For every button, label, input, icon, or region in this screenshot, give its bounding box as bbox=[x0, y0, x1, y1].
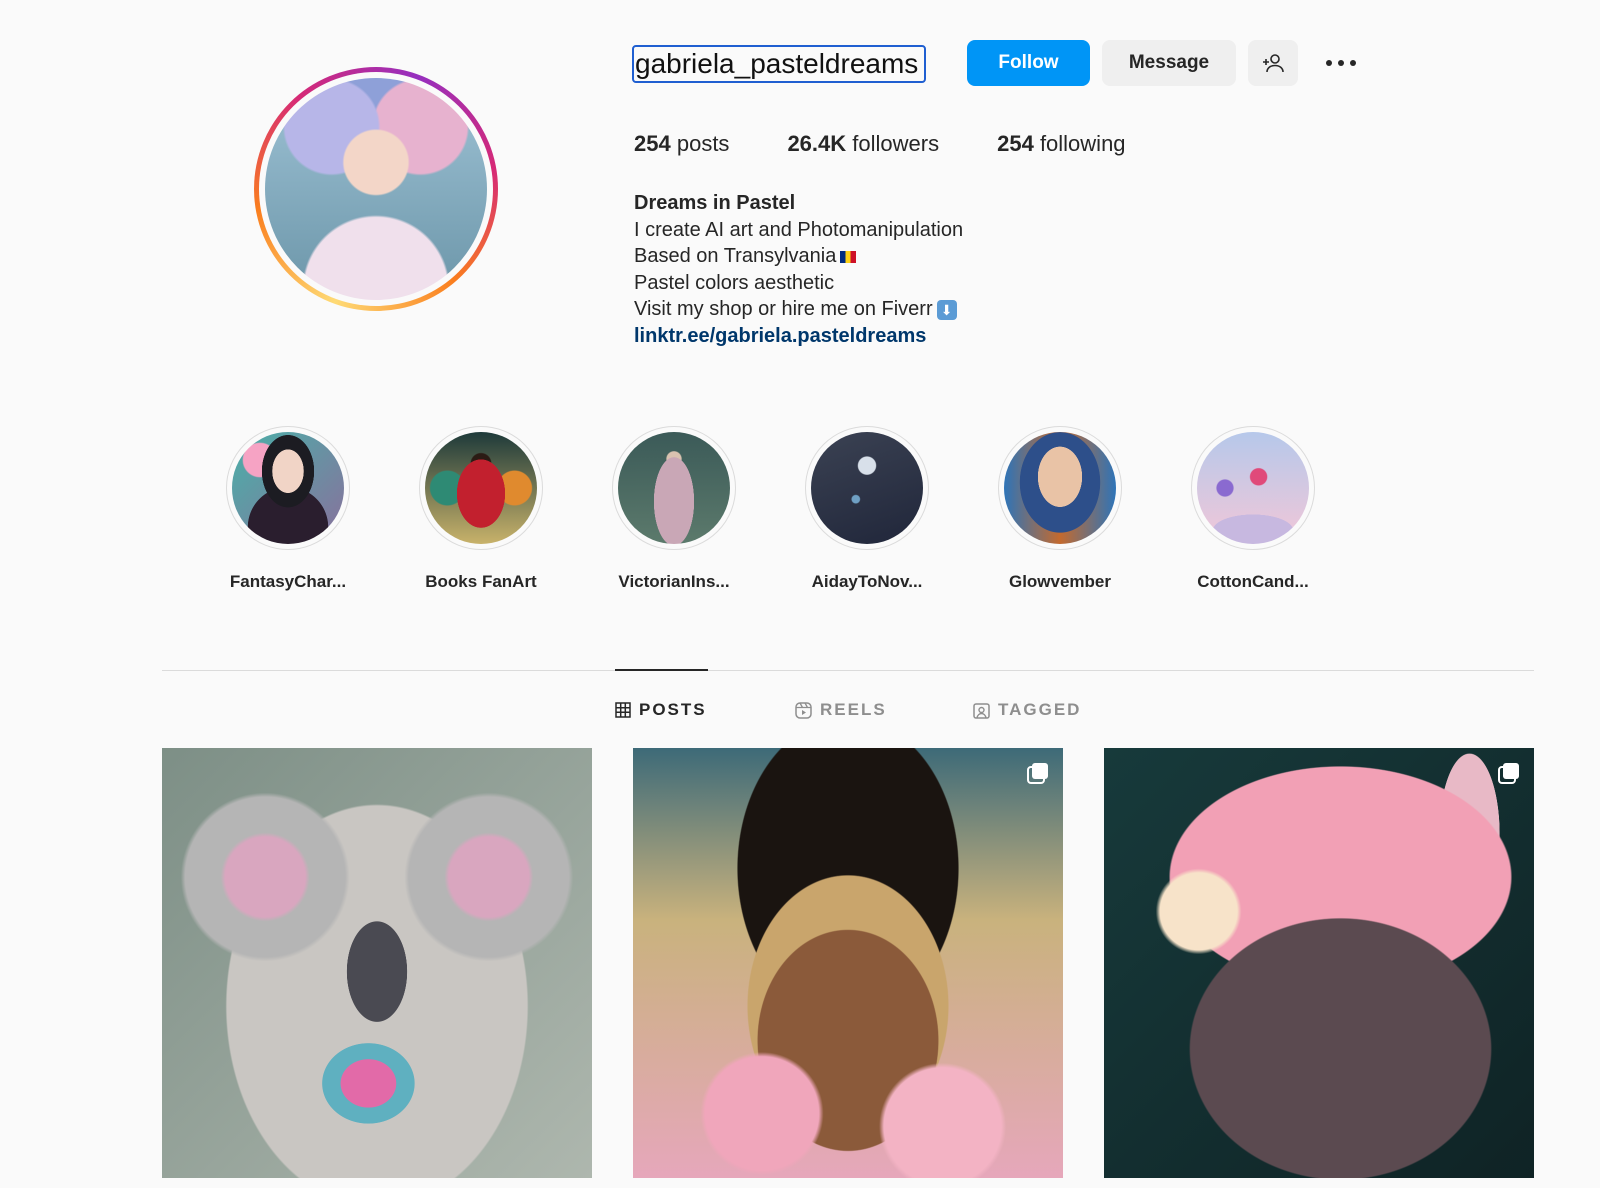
following-label: following bbox=[1039, 131, 1126, 156]
highlight-item[interactable]: FantasyChar... bbox=[218, 426, 358, 592]
following-count: 254 bbox=[997, 131, 1034, 156]
following-stat[interactable]: 254 following bbox=[997, 131, 1125, 157]
highlight-label: Books FanArt bbox=[425, 572, 537, 591]
grid-icon bbox=[615, 702, 631, 718]
profile-avatar[interactable] bbox=[265, 78, 487, 300]
avatar-gap bbox=[259, 72, 493, 306]
tab-reels[interactable]: REELS bbox=[795, 700, 887, 720]
highlight-item[interactable]: VictorianIns... bbox=[604, 426, 744, 592]
tab-label: REELS bbox=[820, 700, 887, 719]
bio-line: Based on Transylvania bbox=[634, 245, 837, 267]
highlight-ring bbox=[419, 426, 543, 550]
highlight-label: AidayToNov... bbox=[811, 572, 923, 591]
highlight-thumbnail bbox=[232, 432, 344, 544]
followers-label: followers bbox=[852, 131, 940, 156]
tab-label: POSTS bbox=[639, 700, 707, 719]
carousel-icon bbox=[1498, 763, 1519, 784]
highlight-label: FantasyChar... bbox=[229, 572, 347, 591]
down-arrow-icon: ⬇ bbox=[936, 299, 957, 320]
highlight-thumbnail bbox=[1004, 432, 1116, 544]
message-button[interactable]: Message bbox=[1102, 40, 1236, 86]
highlight-thumbnail bbox=[425, 432, 537, 544]
highlight-label: VictorianIns... bbox=[618, 572, 730, 591]
post-thumbnail[interactable] bbox=[633, 748, 1063, 1178]
highlight-ring bbox=[1191, 426, 1315, 550]
romania-flag-icon bbox=[840, 250, 857, 263]
reels-icon bbox=[795, 701, 812, 719]
tab-tagged[interactable]: TAGGED bbox=[973, 700, 1081, 720]
posts-count: 254 bbox=[634, 131, 671, 156]
more-options-icon bbox=[1326, 60, 1356, 66]
bio-link[interactable]: linktr.ee/gabriela.pasteldreams bbox=[634, 323, 963, 350]
bio-line-shop: Visit my shop or hire me on Fiverr ⬇ bbox=[634, 296, 963, 323]
highlight-thumbnail bbox=[811, 432, 923, 544]
tabs-divider bbox=[162, 670, 1534, 671]
profile-bio: Dreams in Pastel I create AI art and Pho… bbox=[634, 190, 963, 349]
highlight-item[interactable]: AidayToNov... bbox=[797, 426, 937, 592]
post-thumbnail[interactable] bbox=[1104, 748, 1534, 1178]
highlight-item[interactable]: CottonCand... bbox=[1183, 426, 1323, 592]
highlight-ring bbox=[226, 426, 350, 550]
bio-line: Visit my shop or hire me on Fiverr bbox=[634, 298, 933, 320]
bio-line: Pastel colors aesthetic bbox=[634, 271, 835, 294]
posts-label: posts bbox=[676, 131, 730, 156]
tab-label: TAGGED bbox=[998, 700, 1082, 719]
bio-name: Dreams in Pastel bbox=[634, 192, 796, 214]
active-tab-indicator bbox=[615, 669, 708, 671]
story-highlights: FantasyChar... Books FanArt VictorianIns… bbox=[210, 426, 1340, 596]
highlight-item[interactable]: Books FanArt bbox=[411, 426, 551, 592]
suggest-user-button[interactable] bbox=[1248, 40, 1298, 86]
highlight-ring bbox=[998, 426, 1122, 550]
posts-stat: 254 posts bbox=[634, 131, 729, 157]
followers-count: 26.4K bbox=[787, 131, 847, 156]
highlight-thumbnail bbox=[1197, 432, 1309, 544]
highlight-label: Glowvember bbox=[1008, 572, 1112, 591]
post-thumbnail[interactable] bbox=[162, 748, 592, 1178]
profile-avatar-ring[interactable] bbox=[254, 67, 498, 311]
bio-line-location: Based on Transylvania bbox=[634, 243, 963, 270]
carousel-icon bbox=[1027, 763, 1048, 784]
profile-stats: 254 posts 26.4K followers 254 following bbox=[634, 131, 1126, 157]
more-options-button[interactable] bbox=[1320, 44, 1362, 82]
highlight-label: CottonCand... bbox=[1197, 572, 1309, 591]
highlight-item[interactable]: Glowvember bbox=[990, 426, 1130, 592]
highlight-thumbnail bbox=[618, 432, 730, 544]
follow-button[interactable]: Follow bbox=[967, 40, 1090, 86]
followers-stat[interactable]: 26.4K followers bbox=[787, 131, 939, 157]
highlight-ring bbox=[805, 426, 929, 550]
tab-posts[interactable]: POSTS bbox=[615, 700, 707, 720]
bio-line: I create AI art and Photomanipulation bbox=[634, 218, 964, 241]
tagged-icon bbox=[973, 702, 990, 719]
username: gabriela_pasteldreams bbox=[632, 45, 926, 83]
highlight-ring bbox=[612, 426, 736, 550]
add-user-icon bbox=[1263, 54, 1284, 73]
